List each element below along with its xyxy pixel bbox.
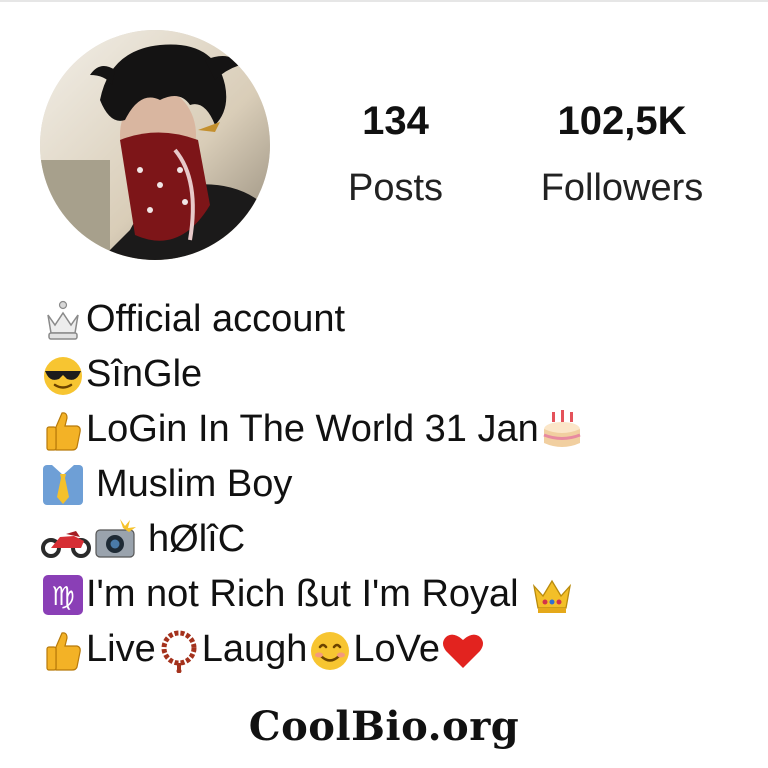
followers-count: 102,5K [557,99,687,143]
bio-line-text: SînGle [86,353,203,395]
bio-lines: Official account SînGle LoGin In The Wor… [40,292,760,677]
bio-line-text: LoGin In The World 31 Jan [86,408,539,450]
avatar-photo [40,30,270,260]
bio-line: Muslim Boy [40,457,760,512]
prayer-beads-icon [156,627,202,673]
birthday-cake-icon [539,407,585,453]
bio-line-segment: Live [86,628,156,670]
bio-line: Official account [40,292,760,347]
bio-line-segment: LoVe [353,628,441,670]
bio-line-text: Muslim Boy [96,463,293,505]
bio-line: ♍ I'm not Rich ßut I'm Royal [40,567,760,622]
virgo-icon: ♍ [40,572,86,618]
camera-flash-icon [92,517,138,563]
bio-line-text: hØlîC [148,518,246,560]
bio-line: hØlîC [40,512,760,567]
crown-icon [529,572,575,618]
followers-stat[interactable]: 102,5K Followers [522,96,722,212]
bio-line: SînGle [40,347,760,402]
bio-line-text: Official account [86,298,346,340]
motorcycle-icon [40,517,92,563]
thumbs-up-icon [40,627,86,673]
red-heart-icon [440,627,486,673]
posts-label: Posts [347,167,444,209]
top-divider [0,0,768,2]
svg-text:♍: ♍ [51,582,74,612]
chess-queen-icon [40,297,86,343]
profile-avatar[interactable] [40,30,270,260]
thumbs-up-icon [40,407,86,453]
watermark: CoolBio.org [248,703,520,750]
smiling-face-icon [307,627,353,673]
bio-line: Live Laugh LoVe [40,622,760,677]
followers-label: Followers [540,167,704,209]
bio-line-segment: Laugh [201,628,308,670]
bio-line: LoGin In The World 31 Jan [40,402,760,457]
bio-line-text: I'm not Rich ßut I'm Royal [86,573,519,615]
posts-count: 134 [362,99,429,143]
posts-stat[interactable]: 134 Posts [318,96,473,212]
necktie-icon [40,462,86,508]
sunglasses-face-icon [40,352,86,398]
